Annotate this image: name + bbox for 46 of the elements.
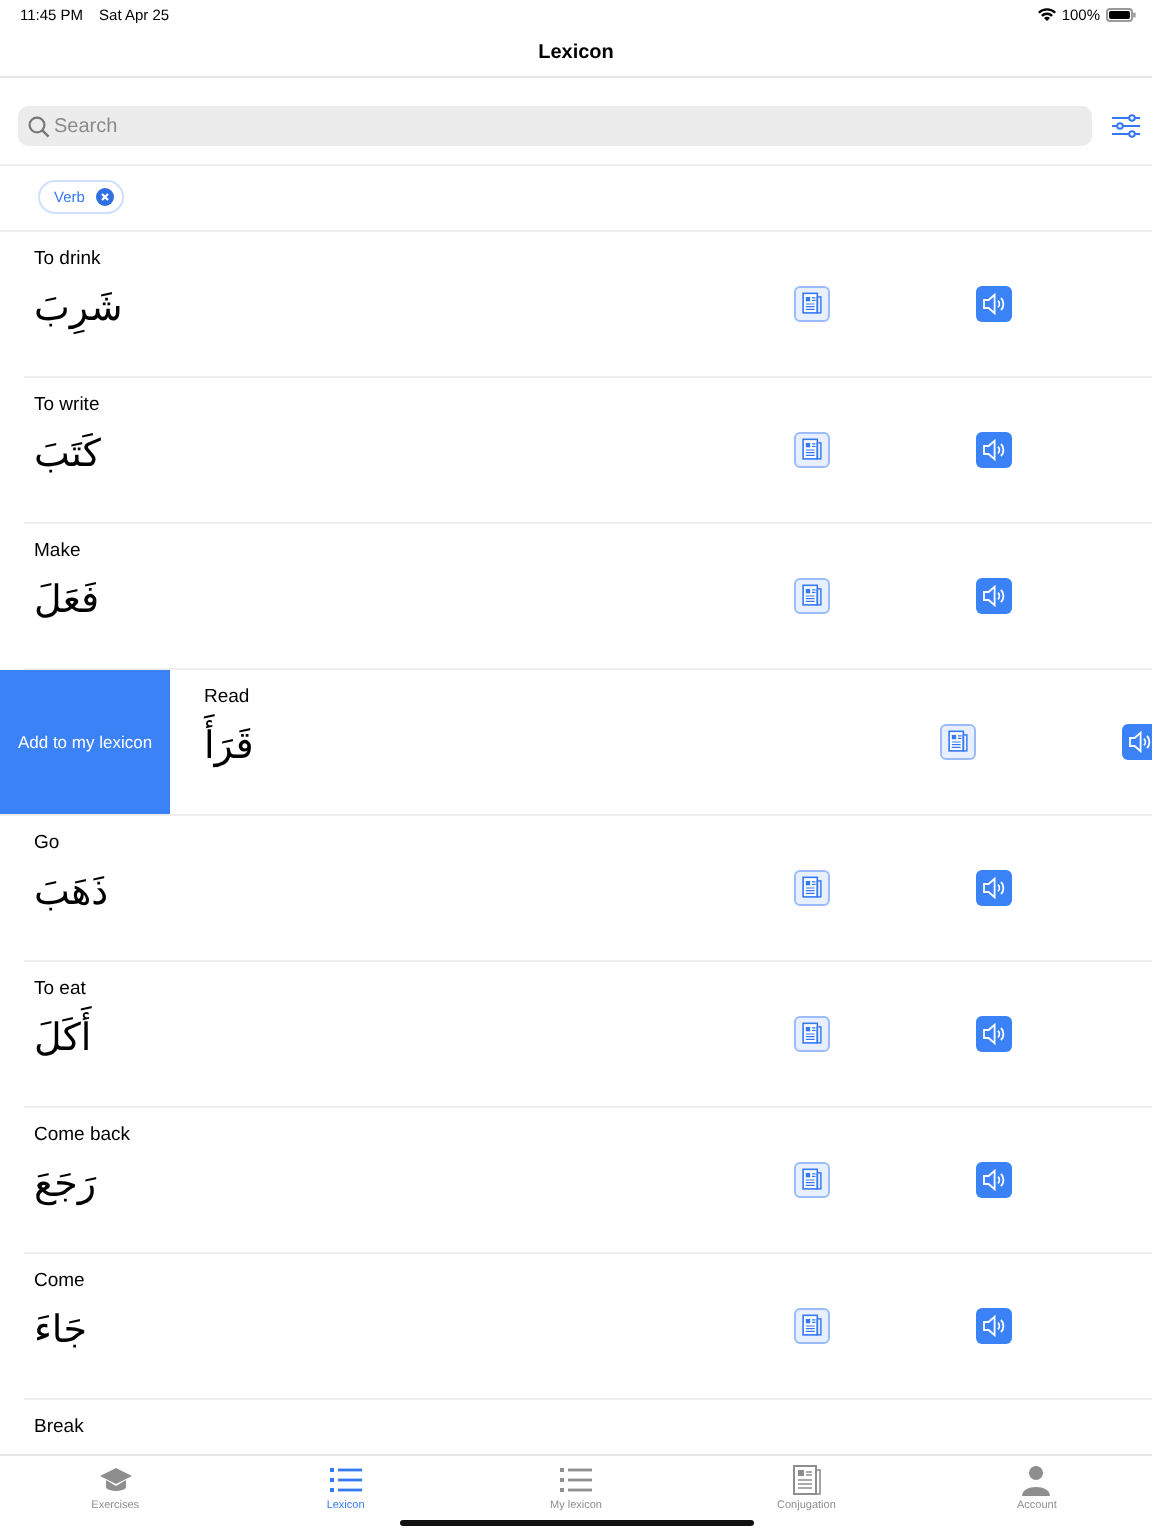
list-icon xyxy=(558,1464,594,1496)
word-english: To eat xyxy=(34,978,88,1000)
wifi-icon xyxy=(1037,7,1056,21)
word-english: Break xyxy=(34,1416,86,1438)
audio-button[interactable] xyxy=(976,285,1012,321)
conjugation-button[interactable] xyxy=(794,1161,830,1197)
audio-button[interactable] xyxy=(976,1015,1012,1051)
search-field[interactable]: Search xyxy=(18,106,1092,146)
person-icon xyxy=(1018,1464,1055,1496)
word-english: Read xyxy=(204,686,252,708)
word-english: Come back xyxy=(34,1124,133,1146)
conjugation-button[interactable] xyxy=(794,869,830,905)
audio-button[interactable] xyxy=(976,577,1012,613)
word-arabic: جَاءَ xyxy=(34,1306,87,1356)
conjugation-button[interactable] xyxy=(940,723,976,759)
graduation-cap-icon xyxy=(97,1464,134,1496)
audio-button[interactable] xyxy=(976,1161,1012,1197)
remove-icon[interactable] xyxy=(96,188,115,206)
nav-title: Lexicon xyxy=(538,41,614,63)
conjugation-button[interactable] xyxy=(794,1015,830,1051)
conjugation-button[interactable] xyxy=(794,285,830,321)
word-english: Make xyxy=(34,540,83,562)
word-arabic: فَعَلَ xyxy=(34,576,100,626)
conjugation-button[interactable] xyxy=(794,577,830,613)
word-arabic: شَرِبَ xyxy=(34,284,123,338)
battery-icon xyxy=(1106,7,1136,21)
word-english: To drink xyxy=(34,248,103,270)
word-arabic: كَتَبَ xyxy=(34,430,101,480)
word-arabic: ذَهَبَ xyxy=(34,868,109,918)
word-english: To write xyxy=(34,394,102,416)
audio-button[interactable] xyxy=(976,1307,1012,1343)
word-arabic: قَرَأَ xyxy=(204,714,254,781)
word-arabic: رَجَعَ xyxy=(34,1160,97,1210)
audio-button[interactable] xyxy=(976,869,1012,905)
add-to-lexicon-button[interactable]: Add to my lexicon xyxy=(0,670,170,814)
document-icon xyxy=(788,1464,825,1496)
filter-sliders-icon[interactable] xyxy=(1112,114,1140,138)
audio-button[interactable] xyxy=(1122,723,1152,759)
word-english: Go xyxy=(34,832,62,854)
conjugation-button[interactable] xyxy=(794,1307,830,1343)
word-english: Come xyxy=(34,1270,87,1292)
list-icon xyxy=(327,1464,364,1496)
conjugation-button[interactable] xyxy=(794,431,830,467)
word-arabic: أَكَلَ xyxy=(34,1006,92,1073)
audio-button[interactable] xyxy=(976,431,1012,467)
search-icon xyxy=(28,115,50,137)
